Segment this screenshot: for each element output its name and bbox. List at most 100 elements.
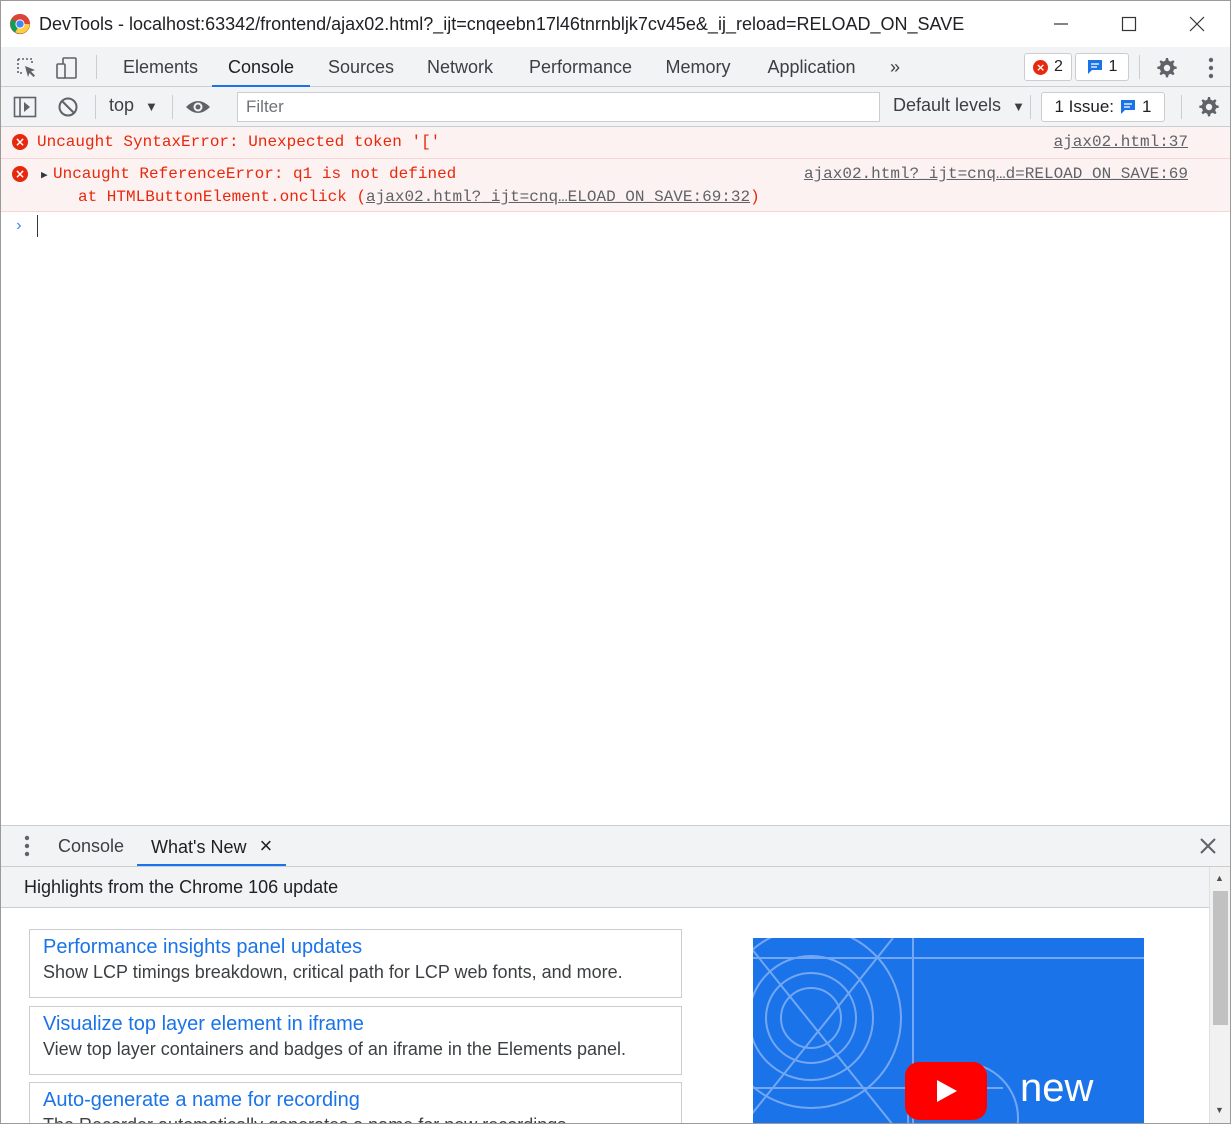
play-icon xyxy=(937,1080,957,1102)
console-toolbar: top ▼ Default levels ▼ 1 Issue: 1 xyxy=(1,87,1230,127)
minimize-button[interactable] xyxy=(1027,1,1095,47)
issues-button[interactable]: 1 Issue: 1 xyxy=(1041,92,1165,122)
news-card[interactable]: Performance insights panel updates Show … xyxy=(29,929,682,998)
tab-sources[interactable]: Sources xyxy=(328,47,394,87)
maximize-icon xyxy=(1121,16,1137,32)
whats-new-header: Highlights from the Chrome 106 update xyxy=(1,867,1213,908)
scroll-down-arrow-icon[interactable]: ▼ xyxy=(1215,1105,1224,1115)
drawer-tab-label: What's New xyxy=(151,837,247,857)
error-icon: × xyxy=(12,134,28,150)
window-title: DevTools - localhost:63342/frontend/ajax… xyxy=(39,14,965,34)
console-input-cursor[interactable] xyxy=(37,215,38,237)
message-count: 1 xyxy=(1108,58,1118,75)
close-tab-icon[interactable]: × xyxy=(259,833,272,858)
message-icon xyxy=(1087,60,1102,74)
context-label: top xyxy=(109,95,135,115)
devtools-window: DevTools - localhost:63342/frontend/ajax… xyxy=(0,0,1231,1124)
source-link[interactable]: ajax02.html:37 xyxy=(1054,133,1188,151)
error-text: Uncaught ReferenceError: q1 is not defin… xyxy=(53,165,457,183)
device-mode-icon xyxy=(56,57,77,79)
error-icon: × xyxy=(12,166,28,182)
minimize-icon xyxy=(1054,23,1068,25)
drawer-scrollbar[interactable]: ▲ ▼ xyxy=(1209,867,1230,1123)
toolbar-divider xyxy=(172,95,173,119)
toolbar-divider xyxy=(1030,95,1031,119)
news-card[interactable]: Auto-generate a name for recording The R… xyxy=(29,1082,682,1123)
news-card-description: Show LCP timings breakdown, critical pat… xyxy=(43,962,623,982)
inspect-element-button[interactable] xyxy=(14,55,40,81)
live-expression-button[interactable] xyxy=(185,94,211,120)
filter-input[interactable] xyxy=(237,92,880,122)
error-icon: × xyxy=(1033,59,1049,75)
kebab-menu-icon xyxy=(1208,57,1214,79)
tab-elements[interactable]: Elements xyxy=(123,47,198,87)
tab-application[interactable]: Application xyxy=(766,47,857,87)
stack-suffix: ) xyxy=(750,188,760,206)
dropdown-arrow-icon: ▼ xyxy=(145,99,158,114)
news-card-title[interactable]: Visualize top layer element in iframe xyxy=(43,1013,668,1036)
play-button[interactable] xyxy=(905,1062,987,1120)
news-card[interactable]: Visualize top layer element in iframe Vi… xyxy=(29,1006,682,1075)
drawer-tab-whats-new[interactable]: What's New × xyxy=(137,826,287,866)
gear-icon xyxy=(1199,97,1219,117)
show-sidebar-button[interactable] xyxy=(12,94,38,120)
clear-icon xyxy=(58,97,78,117)
toolbar-divider xyxy=(96,55,97,79)
customize-menu-button[interactable] xyxy=(1198,55,1224,81)
tab-memory[interactable]: Memory xyxy=(664,47,732,87)
context-selector[interactable]: top ▼ xyxy=(109,95,158,116)
maximize-button[interactable] xyxy=(1095,1,1163,47)
drawer-tab-bar: Console What's New × xyxy=(1,825,1230,867)
source-link[interactable]: ajax02.html?_ijt=cnq…d=RELOAD_ON_SAVE:69 xyxy=(804,165,1188,183)
toolbar-divider xyxy=(95,95,96,119)
message-icon xyxy=(1121,100,1136,114)
close-drawer-button[interactable] xyxy=(1195,833,1221,859)
stack-prefix: at HTMLButtonElement.onclick ( xyxy=(78,188,367,206)
gear-icon xyxy=(1157,58,1177,78)
video-thumbnail[interactable]: new xyxy=(753,938,1144,1123)
scroll-up-arrow-icon[interactable]: ▲ xyxy=(1215,873,1224,883)
console-error-message: × Uncaught SyntaxError: Unexpected token… xyxy=(1,127,1230,159)
news-card-title[interactable]: Performance insights panel updates xyxy=(43,936,668,959)
close-window-button[interactable] xyxy=(1163,1,1230,47)
stack-trace-line: at HTMLButtonElement.onclick (ajax02.htm… xyxy=(78,188,760,206)
close-icon xyxy=(1200,838,1216,854)
video-caption: new xyxy=(1020,1066,1094,1110)
expand-triangle-icon[interactable]: ▶ xyxy=(41,168,48,182)
sidebar-toggle-icon xyxy=(13,96,37,118)
devtools-tab-bar: Elements Console Sources Network Perform… xyxy=(1,47,1230,87)
console-error-message: × ▶ Uncaught ReferenceError: q1 is not d… xyxy=(1,159,1230,212)
tab-console[interactable]: Console xyxy=(212,47,310,87)
tab-network[interactable]: Network xyxy=(426,47,494,87)
error-text: Uncaught SyntaxError: Unexpected token '… xyxy=(37,133,441,151)
news-card-description: View top layer containers and badges of … xyxy=(43,1039,627,1059)
message-count-badge[interactable]: 1 xyxy=(1075,53,1129,81)
drawer-menu-button[interactable] xyxy=(14,833,40,859)
news-card-description: The Recorder automatically generates a n… xyxy=(43,1115,668,1123)
chrome-logo-icon xyxy=(9,13,31,35)
eye-icon xyxy=(186,101,210,113)
news-card-title[interactable]: Auto-generate a name for recording xyxy=(43,1089,668,1112)
settings-button[interactable] xyxy=(1153,55,1179,81)
whats-new-content: Performance insights panel updates Show … xyxy=(1,908,1213,1123)
log-levels-dropdown[interactable]: Default levels ▼ xyxy=(893,95,1025,116)
dropdown-arrow-icon: ▼ xyxy=(1012,99,1025,114)
issues-label: 1 Issue: xyxy=(1054,97,1115,116)
toolbar-divider xyxy=(1139,55,1140,79)
issues-count: 1 xyxy=(1142,97,1152,116)
scrollbar-thumb[interactable] xyxy=(1213,891,1228,1025)
error-count-badge[interactable]: × 2 xyxy=(1024,53,1072,81)
more-tabs-button[interactable]: » xyxy=(885,47,905,87)
log-levels-label: Default levels xyxy=(893,95,1002,115)
title-bar: DevTools - localhost:63342/frontend/ajax… xyxy=(1,1,1230,47)
toolbar-divider xyxy=(1181,95,1182,119)
console-settings-button[interactable] xyxy=(1195,94,1221,120)
drawer-tab-console[interactable]: Console xyxy=(58,826,124,866)
clear-console-button[interactable] xyxy=(55,94,81,120)
tab-performance[interactable]: Performance xyxy=(529,47,632,87)
close-icon xyxy=(1189,16,1205,32)
error-count: 2 xyxy=(1054,58,1063,75)
cursor-select-icon xyxy=(17,58,35,77)
device-toolbar-button[interactable] xyxy=(54,55,80,81)
stack-source-link[interactable]: ajax02.html?_ijt=cnq…ELOAD_ON_SAVE:69:32 xyxy=(366,188,750,206)
